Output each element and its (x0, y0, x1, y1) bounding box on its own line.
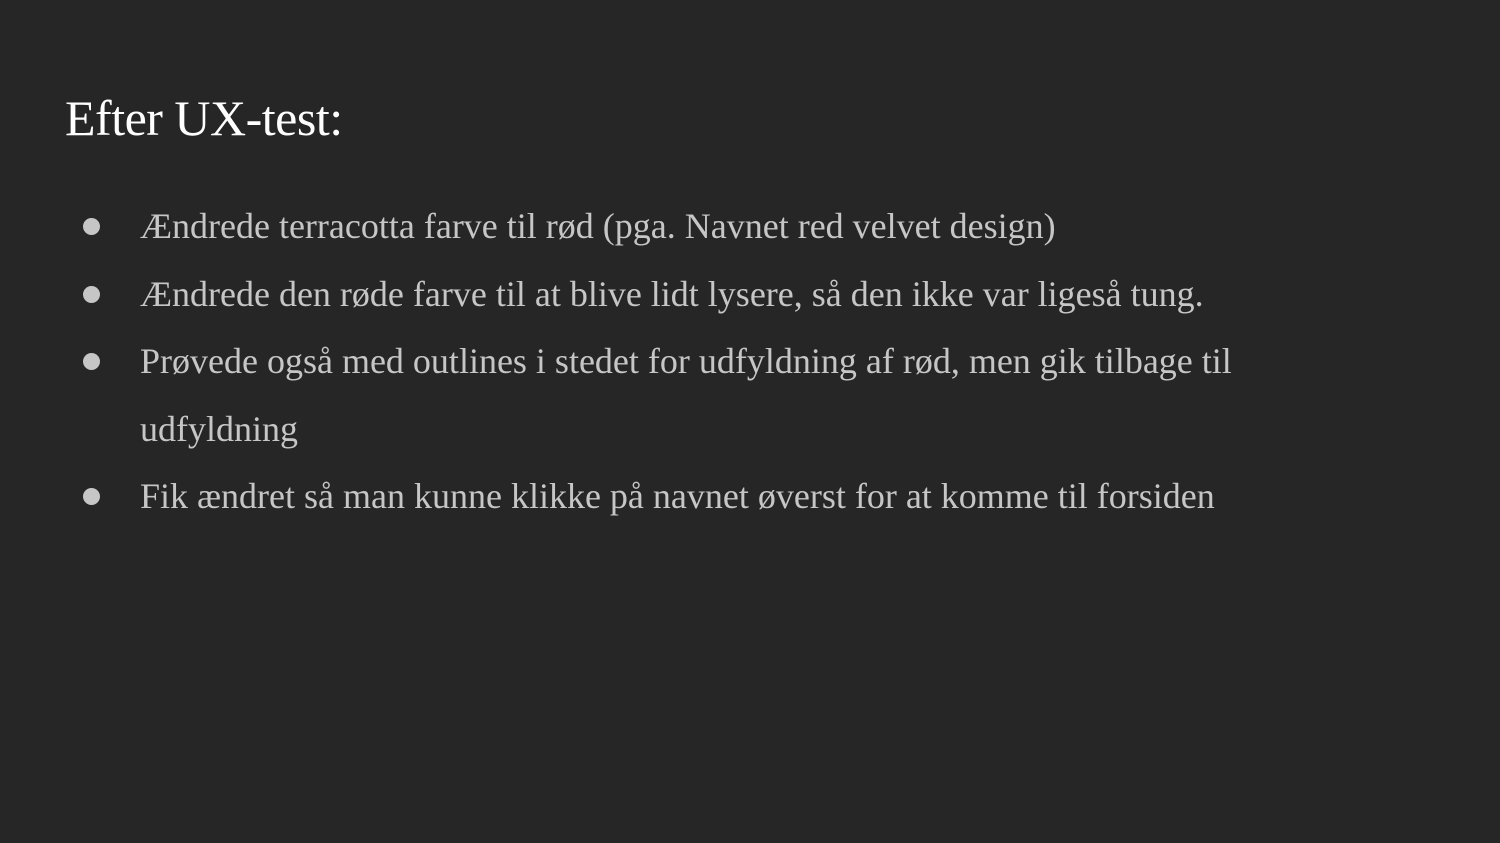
list-item: Prøvede også med outlines i stedet for u… (80, 328, 1340, 463)
list-item-text: Fik ændret så man kunne klikke på navnet… (140, 476, 1215, 516)
list-item-text: Ændrede terracotta farve til rød (pga. N… (140, 206, 1056, 246)
list-item: Ændrede terracotta farve til rød (pga. N… (80, 193, 1340, 261)
bullet-list: Ændrede terracotta farve til rød (pga. N… (80, 193, 1340, 531)
slide: Efter UX-test: Ændrede terracotta farve … (0, 0, 1500, 843)
list-item: Ændrede den røde farve til at blive lidt… (80, 261, 1340, 329)
bullet-dot-icon (83, 285, 100, 303)
bullet-dot-icon (83, 353, 100, 370)
bullet-dot-icon (83, 218, 100, 235)
list-item-text: Ændrede den røde farve til at blive lidt… (140, 273, 1204, 314)
list-item-text: Prøvede også med outlines i stedet for u… (140, 341, 1232, 449)
slide-title: Efter UX-test: (65, 90, 343, 146)
list-item: Fik ændret så man kunne klikke på navnet… (80, 463, 1340, 531)
bullet-dot-icon (83, 488, 100, 505)
